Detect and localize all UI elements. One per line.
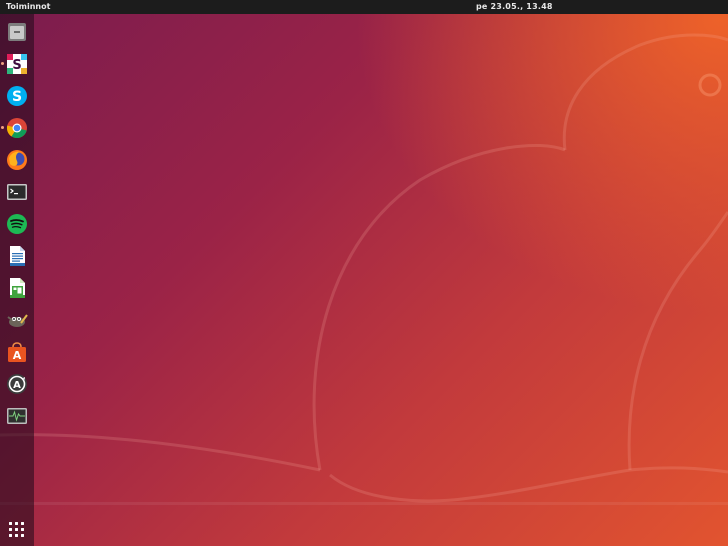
files-icon bbox=[8, 23, 26, 41]
gimp-icon bbox=[7, 314, 28, 327]
top-bar: Toiminnot pe 23.05., 13.48 bbox=[0, 0, 728, 14]
svg-text:S: S bbox=[12, 58, 21, 73]
system-monitor-icon bbox=[7, 408, 27, 424]
svg-text:S: S bbox=[12, 89, 22, 105]
dock-item-gimp[interactable] bbox=[5, 308, 29, 332]
dock-item-system-monitor[interactable] bbox=[5, 404, 29, 428]
dock-item-spotify[interactable] bbox=[5, 212, 29, 236]
dock-item-firefox[interactable] bbox=[5, 148, 29, 172]
dock-item-skype[interactable]: S bbox=[5, 84, 29, 108]
slack-icon: S bbox=[7, 54, 27, 74]
dock-item-files[interactable] bbox=[5, 20, 29, 44]
running-indicator bbox=[1, 126, 4, 129]
updater-icon: A bbox=[7, 374, 27, 394]
wallpaper-band bbox=[0, 502, 728, 505]
svg-text:A: A bbox=[13, 349, 22, 362]
clock[interactable]: pe 23.05., 13.48 bbox=[476, 0, 553, 14]
spotify-icon bbox=[7, 214, 27, 234]
wallpaper-circle bbox=[698, 73, 722, 97]
dock-item-ubuntu-software[interactable]: A bbox=[5, 340, 29, 364]
software-icon: A bbox=[8, 342, 26, 362]
wallpaper-pattern bbox=[0, 33, 728, 505]
activities-button[interactable]: Toiminnot bbox=[6, 0, 50, 14]
calc-icon bbox=[10, 278, 25, 298]
writer-icon bbox=[10, 246, 25, 266]
running-indicator bbox=[1, 62, 4, 65]
dock-item-chrome[interactable] bbox=[1, 116, 29, 140]
show-applications-button[interactable] bbox=[8, 521, 26, 539]
svg-text:A: A bbox=[13, 380, 21, 391]
app-grid-icon bbox=[9, 522, 12, 525]
dock-item-software-updater[interactable]: A bbox=[5, 372, 29, 396]
dock: S S A A bbox=[0, 14, 34, 546]
dock-item-libreoffice-calc[interactable] bbox=[5, 276, 29, 300]
terminal-icon bbox=[7, 184, 27, 200]
dock-item-slack[interactable]: S bbox=[1, 52, 29, 76]
chrome-icon bbox=[6, 118, 27, 139]
dock-item-terminal[interactable] bbox=[5, 180, 29, 204]
firefox-icon bbox=[7, 150, 27, 170]
desktop-wallpaper bbox=[0, 0, 728, 546]
skype-icon: S bbox=[7, 86, 27, 106]
dock-item-libreoffice-writer[interactable] bbox=[5, 244, 29, 268]
